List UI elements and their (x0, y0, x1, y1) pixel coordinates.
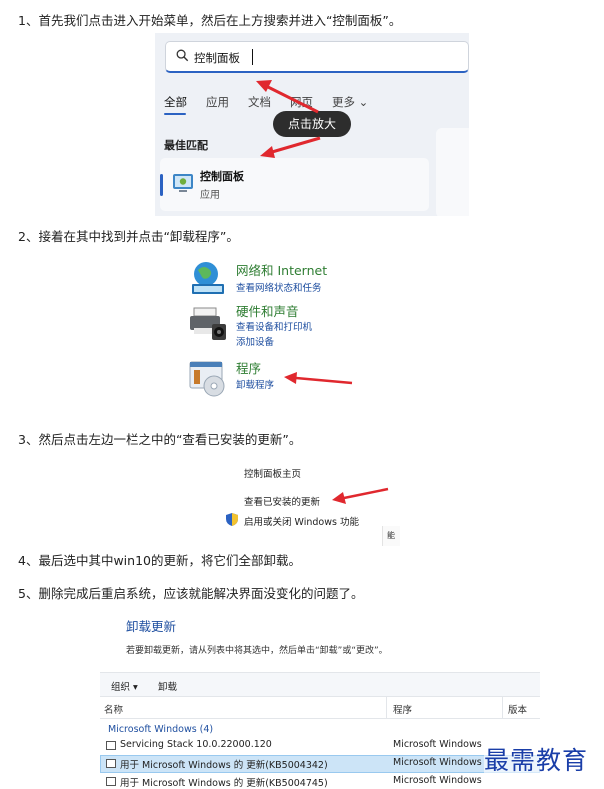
watermark: 最需教育 (484, 741, 589, 777)
organize-button[interactable]: 组织 ▾ (111, 679, 138, 693)
table-row[interactable]: Servicing Stack 10.0.22000.120 Microsoft… (100, 737, 540, 755)
tab-web[interactable]: 网页 (290, 94, 313, 110)
column-headers: 名称 程序 版本 (100, 697, 540, 719)
table-row[interactable]: 用于 Microsoft Windows 的 更新(KB5004745) Mic… (100, 773, 540, 789)
printer-icon (190, 307, 226, 340)
text-caret (252, 49, 253, 65)
tab-active-indicator (164, 113, 186, 115)
step-4-text: 4、最后选中其中win10的更新，将它们全部卸载。 (18, 553, 301, 568)
step-2-text: 2、接着在其中找到并点击“卸载程序”。 (18, 229, 239, 244)
row-program: Microsoft Windows (393, 757, 482, 768)
update-icon (106, 741, 116, 750)
tab-apps[interactable]: 应用 (206, 94, 229, 110)
category-hardware-title[interactable]: 硬件和声音 (236, 301, 299, 320)
row-name: Servicing Stack 10.0.22000.120 (120, 739, 272, 750)
network-icon (192, 262, 224, 294)
selection-bar (160, 174, 163, 196)
row-program: Microsoft Windows (393, 739, 482, 750)
tab-documents[interactable]: 文档 (248, 94, 271, 110)
sidebar-home-link[interactable]: 控制面板主页 (244, 466, 301, 480)
step-5-text: 5、删除完成后重启系统，应该就能解决界面没变化的问题了。 (18, 586, 364, 601)
column-divider (386, 697, 387, 719)
row-name: 用于 Microsoft Windows 的 更新(KB5004342) (120, 760, 328, 771)
result-subtitle: 应用 (200, 190, 220, 201)
toolbar: 组织 ▾ 卸载 (100, 672, 540, 697)
best-match-result[interactable]: 控制面板 应用 (160, 158, 429, 211)
uninstall-title: 卸载更新 (126, 619, 177, 634)
link-uninstall-program[interactable]: 卸载程序 (236, 377, 274, 391)
preview-pane (436, 128, 469, 216)
step-1-text: 1、首先我们点击进入开始菜单，然后在上方搜索并进入“控制面板”。 (18, 13, 402, 28)
link-devices-printers[interactable]: 查看设备和打印机 (236, 319, 312, 333)
search-panel-screenshot: 控制面板 全部 应用 文档 网页 更多 ⌄ 最佳匹配 控制面板 应用 点击放大 (155, 33, 469, 216)
shield-icon (226, 513, 238, 526)
search-box[interactable]: 控制面板 (165, 41, 469, 73)
tab-more[interactable]: 更多 ⌄ (332, 94, 368, 110)
uninstall-description: 若要卸载更新，请从列表中将其选中，然后单击“卸载”或“更改”。 (126, 646, 388, 656)
update-icon (106, 777, 116, 786)
group-header[interactable]: Microsoft Windows (4) (108, 724, 213, 735)
zoom-tooltip[interactable]: 点击放大 (273, 111, 351, 137)
best-match-heading: 最佳匹配 (164, 139, 208, 152)
search-input-value[interactable]: 控制面板 (194, 50, 240, 66)
update-icon (106, 759, 116, 768)
control-panel-categories: 网络和 Internet 查看网络状态和任务 硬件和声音 查看设备和打印机 添加… (182, 254, 362, 404)
search-icon (176, 49, 189, 62)
step-3-text: 3、然后点击左边一栏之中的“查看已安装的更新”。 (18, 432, 302, 447)
sidebar-view-updates-link[interactable]: 查看已安装的更新 (244, 494, 320, 508)
result-title: 控制面板 (200, 170, 244, 183)
row-program: Microsoft Windows (393, 775, 482, 786)
uninstall-button[interactable]: 卸载 (158, 679, 177, 693)
column-program[interactable]: 程序 (393, 702, 412, 716)
sidebar-windows-features-link[interactable]: 启用或关闭 Windows 功能 (244, 514, 359, 528)
row-name: 用于 Microsoft Windows 的 更新(KB5004745) (120, 778, 328, 789)
cropped-text-fragment: 能 (387, 531, 395, 540)
category-network-title[interactable]: 网络和 Internet (236, 260, 327, 279)
control-panel-sidebar: 控制面板主页 查看已安装的更新 启用或关闭 Windows 功能 能 (222, 460, 402, 546)
link-add-device[interactable]: 添加设备 (236, 334, 274, 348)
uninstall-updates-window: 卸载更新 若要卸载更新，请从列表中将其选中，然后单击“卸载”或“更改”。 组织 … (100, 610, 540, 789)
category-programs-title[interactable]: 程序 (236, 358, 261, 377)
programs-icon (189, 361, 225, 397)
tab-all[interactable]: 全部 (164, 94, 187, 110)
table-row-selected[interactable]: 用于 Microsoft Windows 的 更新(KB5004342) Mic… (100, 755, 540, 773)
column-name[interactable]: 名称 (104, 702, 123, 716)
column-divider (502, 697, 503, 719)
link-network-status[interactable]: 查看网络状态和任务 (236, 280, 322, 294)
scroll-edge: 能 (382, 526, 400, 546)
control-panel-icon (173, 174, 193, 192)
column-version[interactable]: 版本 (508, 702, 527, 716)
